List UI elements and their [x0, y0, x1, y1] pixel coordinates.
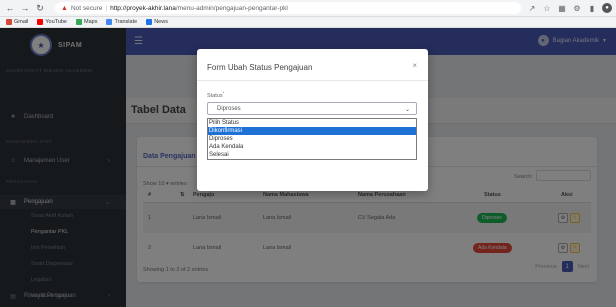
share-icon[interactable]: ↗ — [527, 3, 537, 13]
bookmark-icon[interactable]: ▮ — [587, 3, 597, 13]
dropdown-option[interactable]: Pilih Status — [208, 119, 416, 127]
maps-icon — [76, 19, 82, 25]
dropdown-option-highlighted[interactable]: Dikonfirmasi — [208, 127, 416, 135]
forward-icon[interactable]: → — [19, 2, 31, 14]
bookmark-youtube[interactable]: YouTube — [37, 19, 67, 25]
profile-avatar-icon[interactable]: ● — [602, 3, 612, 13]
translate-icon — [106, 19, 113, 25]
bookmark-news[interactable]: News — [146, 19, 168, 25]
chevron-down-icon: ⌄ — [404, 107, 410, 113]
browser-address-bar: ← → ↻ ▲ Not secure | http://proyek-akhir… — [0, 0, 616, 17]
bookmark-maps[interactable]: Maps — [76, 19, 97, 25]
bookmark-translate[interactable]: Translate — [106, 19, 137, 25]
modal-title: Form Ubah Status Pengajuan — [207, 63, 313, 72]
dropdown-option[interactable]: Diproses — [208, 135, 416, 143]
dropdown-option[interactable]: Selesai — [208, 151, 416, 159]
url-host: http://proyek-akhir.lana — [110, 4, 176, 12]
status-modal: Form Ubah Status Pengajuan × Status* Dip… — [197, 49, 428, 191]
dropdown-option[interactable]: Ada Kendala — [208, 143, 416, 151]
status-select-value: Diproses — [217, 105, 241, 112]
puzzle-icon[interactable]: ⚙ — [572, 3, 582, 13]
modal-divider — [197, 80, 428, 81]
reload-icon[interactable]: ↻ — [34, 2, 46, 14]
url-field[interactable]: ▲ Not secure | http://proyek-akhir.lana /… — [55, 2, 521, 14]
bookmark-gmail[interactable]: Gmail — [6, 19, 28, 25]
gmail-icon — [6, 19, 12, 25]
bookmarks-bar: Gmail YouTube Maps Translate News — [0, 17, 616, 28]
url-separator: | — [105, 4, 108, 12]
status-select[interactable]: Diproses ⌄ — [207, 102, 417, 115]
youtube-icon — [37, 19, 44, 25]
url-path: /menu-admin/pengajuan-pengantar-pkl — [175, 4, 288, 12]
close-icon[interactable]: × — [412, 61, 417, 70]
news-icon — [146, 19, 153, 25]
browser-toolbar-icons: ↗ ☆ ▦ ⚙ ▮ ● — [527, 3, 612, 13]
not-secure-label: Not secure — [70, 4, 103, 12]
star-icon[interactable]: ☆ — [542, 3, 552, 13]
back-icon[interactable]: ← — [4, 2, 16, 14]
status-dropdown: Pilih Status Dikonfirmasi Diproses Ada K… — [207, 118, 417, 160]
warning-icon: ▲ — [61, 4, 68, 12]
status-label: Status* — [207, 90, 225, 99]
extension-icon[interactable]: ▦ — [557, 3, 567, 13]
